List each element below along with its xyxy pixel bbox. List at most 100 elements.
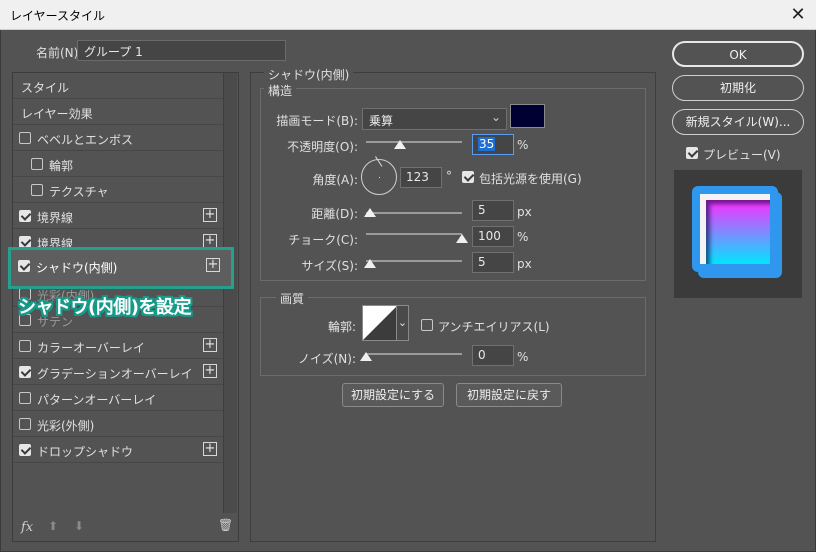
list-item-checkbox[interactable] xyxy=(19,210,31,222)
size-slider-track[interactable] xyxy=(366,260,462,262)
size-slider-thumb[interactable] xyxy=(364,259,376,268)
structure-title: 構造 xyxy=(264,82,297,99)
preview-label: プレビュー(V) xyxy=(703,148,781,162)
add-effect-icon[interactable]: + xyxy=(203,442,217,456)
choke-unit: % xyxy=(517,230,529,244)
choke-slider-thumb[interactable] xyxy=(456,234,468,243)
preview-thumbnail xyxy=(674,170,802,298)
trash-icon[interactable]: 🗑 xyxy=(218,518,233,532)
list-item-label: 輪郭 xyxy=(49,159,74,173)
list-item[interactable]: ベベルとエンボス xyxy=(13,125,223,151)
list-item[interactable]: ドロップシャドウ + xyxy=(13,437,223,463)
list-item[interactable]: パターンオーバーレイ xyxy=(13,385,223,411)
list-item[interactable]: 光彩(外側) xyxy=(13,411,223,437)
list-item-checkbox[interactable] xyxy=(31,184,43,196)
list-item-checkbox[interactable] xyxy=(19,340,31,352)
distance-label: 距離(D): xyxy=(311,207,358,221)
reset-default-button[interactable]: 初期設定に戻す xyxy=(456,383,562,407)
ok-button[interactable]: OK xyxy=(672,41,804,67)
preview-gradient xyxy=(706,200,770,264)
move-up-icon[interactable]: ⬆ xyxy=(48,519,58,533)
shadow-color-swatch[interactable] xyxy=(510,104,545,128)
styles-list-footer: fx ⬆ ⬇ 🗑 xyxy=(14,518,236,538)
list-item-label: ドロップシャドウ xyxy=(37,445,134,459)
list-item-label: 光彩(外側) xyxy=(37,419,95,433)
angle-dial-center xyxy=(379,177,380,178)
list-item[interactable]: レイヤー効果 xyxy=(13,99,223,125)
fx-icon[interactable]: fx xyxy=(21,520,33,535)
add-effect-icon[interactable]: + xyxy=(203,364,217,378)
angle-unit: ° xyxy=(446,169,452,183)
noise-input[interactable]: 0 xyxy=(472,345,514,366)
opacity-label: 不透明度(O): xyxy=(287,140,358,154)
angle-input[interactable]: 123 xyxy=(400,167,442,188)
opacity-value: 35 xyxy=(478,137,496,151)
contour-shape xyxy=(363,306,396,340)
distance-input[interactable]: 5 xyxy=(472,200,514,221)
noise-label: ノイズ(N): xyxy=(297,352,356,366)
list-item-checkbox[interactable] xyxy=(19,418,31,430)
new-style-button[interactable]: 新規スタイル(W)... xyxy=(672,109,804,135)
noise-unit: % xyxy=(517,350,529,364)
list-item[interactable]: テクスチャ xyxy=(13,177,223,203)
list-item-checkbox[interactable] xyxy=(19,366,31,378)
choke-slider-track[interactable] xyxy=(366,233,462,235)
list-item[interactable]: 輪郭 xyxy=(13,151,223,177)
global-light-checkbox[interactable] xyxy=(462,171,474,183)
make-default-button[interactable]: 初期設定にする xyxy=(342,383,444,407)
noise-slider-thumb[interactable] xyxy=(360,352,372,361)
list-item-checkbox[interactable] xyxy=(19,132,31,144)
inner-shadow-label: シャドウ(内側) xyxy=(36,261,118,275)
move-down-icon[interactable]: ⬇ xyxy=(74,519,84,533)
window-title: レイヤースタイル xyxy=(10,9,106,23)
blend-mode-select[interactable]: 乗算 ⌄ xyxy=(362,108,507,130)
list-item-label: ベベルとエンボス xyxy=(37,133,134,147)
list-item-label: スタイル xyxy=(21,81,70,95)
preview-checkbox[interactable] xyxy=(686,147,698,159)
list-item-checkbox[interactable] xyxy=(19,392,31,404)
distance-slider-track[interactable] xyxy=(366,212,462,214)
distance-unit: px xyxy=(517,205,532,219)
styles-list-scrollbar[interactable] xyxy=(223,73,237,513)
opacity-input[interactable]: 35 xyxy=(472,134,514,155)
list-item-checkbox[interactable] xyxy=(31,158,43,170)
title-bar: レイヤースタイル ✕ xyxy=(0,0,816,30)
blend-mode-label: 描画モード(B): xyxy=(276,114,358,128)
choke-input[interactable]: 100 xyxy=(472,226,514,247)
noise-slider-track[interactable] xyxy=(366,353,462,355)
list-item[interactable]: 境界線 + xyxy=(13,203,223,229)
name-label: 名前(N): xyxy=(36,46,83,60)
size-input[interactable]: 5 xyxy=(472,252,514,273)
list-item[interactable]: カラーオーバーレイ + xyxy=(13,333,223,359)
annotation-callout: シャドウ(内側)を設定 xyxy=(18,297,191,318)
chevron-down-icon: ⌄ xyxy=(490,110,501,124)
list-item[interactable]: グラデーションオーバーレイ + xyxy=(13,359,223,385)
size-label: サイズ(S): xyxy=(301,259,358,273)
list-item-label: グラデーションオーバーレイ xyxy=(37,367,193,381)
add-effect-icon[interactable]: + xyxy=(203,234,217,248)
reset-button[interactable]: 初期化 xyxy=(672,75,804,101)
antialias-checkbox[interactable] xyxy=(421,319,433,331)
list-item-inner-shadow-highlighted[interactable]: シャドウ(内側) + xyxy=(14,253,230,279)
angle-dial[interactable] xyxy=(361,156,397,195)
list-item[interactable]: スタイル xyxy=(13,73,223,99)
contour-picker[interactable] xyxy=(362,305,397,341)
name-input[interactable]: グループ 1 xyxy=(77,40,286,61)
global-light-label: 包括光源を使用(G) xyxy=(479,172,582,186)
close-icon[interactable]: ✕ xyxy=(786,3,810,27)
list-item-checkbox[interactable] xyxy=(19,444,31,456)
list-item-label: パターンオーバーレイ xyxy=(37,393,157,407)
add-inner-shadow-icon[interactable]: + xyxy=(206,258,220,272)
quality-title: 画質 xyxy=(276,290,309,307)
opacity-slider-track[interactable] xyxy=(366,141,462,143)
add-effect-icon[interactable]: + xyxy=(203,208,217,222)
inner-shadow-checkbox[interactable] xyxy=(18,260,30,272)
add-effect-icon[interactable]: + xyxy=(203,338,217,352)
panel-title: シャドウ(内側) xyxy=(264,66,354,83)
contour-label: 輪郭: xyxy=(327,320,356,334)
contour-dropdown-icon[interactable]: ⌄ xyxy=(397,305,409,341)
distance-slider-thumb[interactable] xyxy=(364,208,376,217)
list-item-label: レイヤー効果 xyxy=(21,107,93,121)
opacity-slider-thumb[interactable] xyxy=(394,140,406,149)
antialias-label: アンチエイリアス(L) xyxy=(438,320,550,334)
